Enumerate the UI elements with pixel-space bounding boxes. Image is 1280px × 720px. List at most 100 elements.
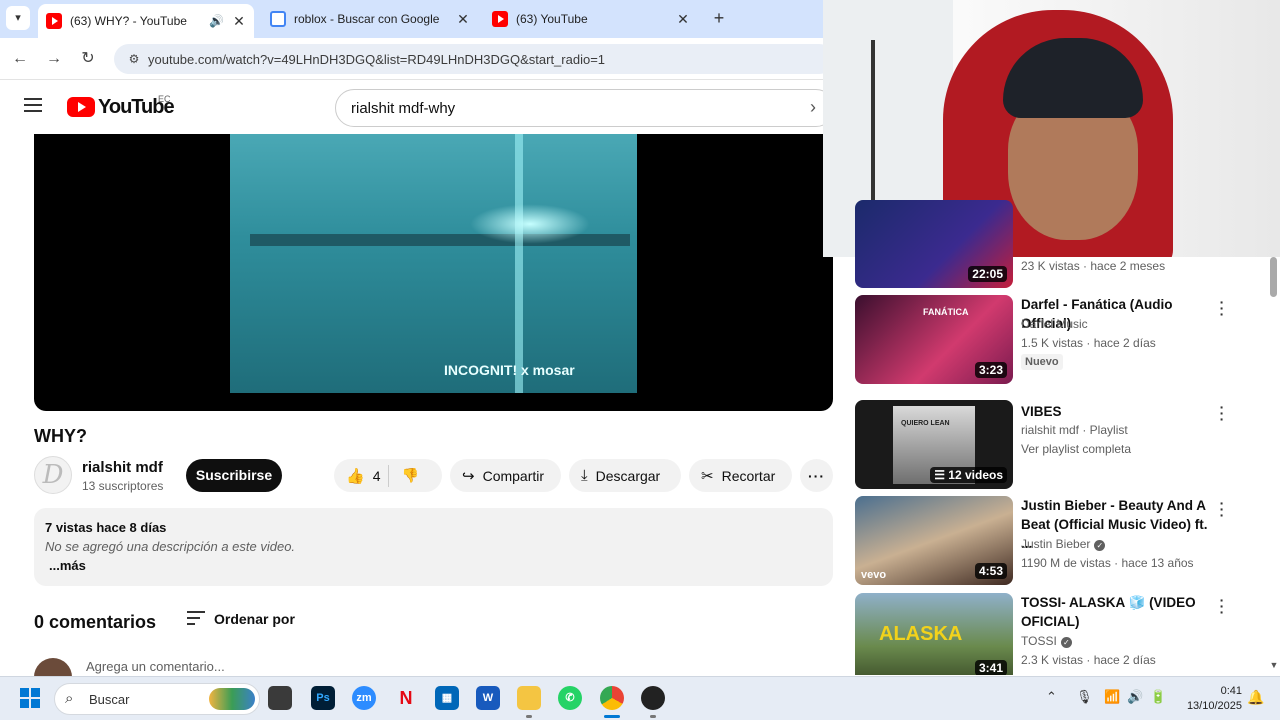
microsoft-store-icon[interactable]: ▦ — [435, 686, 459, 710]
recommendation-title[interactable]: TOSSI- ALASKA 🧊 (VIDEO OFICIAL) — [1021, 593, 1221, 631]
taskbar-search[interactable]: ⌕ Buscar — [54, 683, 260, 715]
artwork-streak — [515, 134, 523, 393]
channel-name[interactable]: rialshit mdf — [82, 459, 163, 476]
share-arrow-icon: ↪ — [462, 467, 475, 485]
video-player[interactable]: INCOGNIT! x mosar — [34, 134, 833, 411]
zoom-icon[interactable]: zm — [352, 686, 376, 710]
subscribe-button[interactable]: Suscribirse — [186, 459, 282, 492]
tab-search-button[interactable]: ▾ — [6, 6, 30, 30]
view-full-playlist-link[interactable]: Ver playlist completa — [1021, 442, 1131, 456]
thumbs-down-icon[interactable]: 👎 — [401, 467, 418, 484]
thumbnail-text: ALASKA — [879, 623, 963, 645]
description-box[interactable]: 7 vistas hace 8 días No se agregó una de… — [34, 508, 833, 586]
artwork-artist-text: INCOGNIT! x mosar — [444, 362, 575, 378]
playlist-thumbnail[interactable]: QUIERO LEAN ☰ 12 videos — [855, 400, 1013, 489]
volume-icon[interactable]: 🔊 — [1127, 689, 1143, 705]
kebab-menu-icon[interactable]: · · · — [1217, 400, 1227, 426]
taskbar-search-placeholder: Buscar — [89, 692, 130, 707]
recommendation-thumbnail[interactable]: ALASKA 3:41 — [855, 593, 1013, 675]
search-input[interactable]: rialshit mdf-why — [335, 89, 835, 127]
scroll-down-arrow-icon[interactable]: ▼ — [1268, 660, 1280, 670]
show-more-link[interactable]: ...más — [49, 558, 822, 573]
windows-start-icon[interactable] — [20, 688, 40, 708]
vevo-watermark: vevo — [861, 569, 887, 581]
kebab-menu-icon[interactable]: · · · — [1217, 496, 1227, 522]
verified-check-icon: ✓ — [1060, 637, 1072, 648]
recommendation-channel[interactable]: Justin Bieber ✓ — [1021, 537, 1106, 551]
wifi-icon[interactable]: 📶 — [1104, 689, 1120, 705]
video-duration: 3:41 — [974, 660, 1007, 675]
channel-avatar[interactable]: D — [34, 456, 72, 494]
youtube-header: YouTube EC rialshit mdf-why › — [0, 80, 840, 134]
close-tab-icon[interactable]: ✕ — [674, 11, 692, 28]
back-arrow-icon[interactable]: ← — [8, 47, 32, 71]
site-info-icon[interactable]: ⚙ — [122, 52, 146, 66]
tab-roblox-google[interactable]: roblox - Buscar con Google ✕ — [262, 4, 478, 34]
recommendation-title[interactable]: VIBES — [1021, 402, 1221, 421]
microphone-icon[interactable]: 🎙 — [1076, 689, 1093, 705]
file-explorer-dark-icon[interactable] — [268, 686, 292, 710]
obs-recording-icon[interactable] — [641, 686, 665, 710]
recommendation-item[interactable]: vevo 4:53 Justin Bieber - Beauty And A B… — [855, 496, 1255, 586]
thumbnail-text: FANÁTICA — [923, 307, 969, 317]
page-scrollbar[interactable] — [1268, 257, 1280, 675]
youtube-favicon-icon — [492, 11, 508, 27]
recommendation-channel[interactable]: rialshit mdf · Playlist — [1021, 423, 1128, 437]
like-count: 4 — [372, 467, 381, 484]
video-duration: 4:53 — [974, 563, 1007, 579]
clock-time: 0:41 — [1220, 685, 1242, 697]
speaker-icon[interactable]: 🔊 — [209, 14, 224, 28]
recommendation-thumbnail[interactable]: vevo 4:53 — [855, 496, 1013, 585]
battery-icon[interactable]: 🔋 — [1150, 689, 1166, 705]
file-explorer-icon[interactable] — [517, 686, 541, 710]
new-badge: Nuevo — [1021, 354, 1063, 370]
search-clear-chevron-icon[interactable]: › — [810, 97, 816, 118]
new-tab-plus-icon[interactable]: + — [708, 8, 730, 30]
recommendation-thumbnail[interactable]: FANÁTICA 3:23 — [855, 295, 1013, 384]
reload-icon[interactable]: ↻ — [76, 47, 100, 71]
share-button[interactable]: ↪ Compartir — [450, 459, 561, 492]
scrollbar-thumb[interactable] — [1270, 257, 1277, 297]
more-actions-button[interactable]: ··· — [800, 459, 833, 492]
tab-title: roblox - Buscar con Google — [294, 12, 440, 26]
kebab-menu-icon[interactable]: · · · — [1217, 593, 1227, 619]
close-tab-icon[interactable]: ✕ — [230, 13, 248, 30]
recommendation-item[interactable]: QUIERO LEAN ☰ 12 videos VIBES rialshit m… — [855, 400, 1255, 490]
show-hidden-icons-chevron-icon[interactable]: ⌃ — [1046, 689, 1057, 705]
clip-button[interactable]: ✂ Recortar — [689, 459, 792, 492]
recommendation-item[interactable]: FANÁTICA 3:23 Darfel - Fanática (Audio O… — [855, 295, 1255, 385]
youtube-logo-icon[interactable] — [67, 97, 95, 117]
recommendation-meta: 1.5 K vistas · hace 2 días — [1021, 336, 1156, 350]
word-icon[interactable]: W — [476, 686, 500, 710]
kebab-menu-icon[interactable]: · · · — [1217, 295, 1227, 321]
hamburger-menu-icon[interactable] — [24, 98, 42, 112]
divider — [388, 464, 390, 487]
tab-why-youtube[interactable]: (63) WHY? - YouTube 🔊 ✕ — [38, 4, 254, 38]
netflix-icon[interactable]: N — [394, 686, 418, 710]
recommendation-meta: 2.3 K vistas · hace 2 días — [1021, 653, 1156, 667]
chrome-icon[interactable] — [600, 686, 624, 710]
recommendation-thumbnail[interactable]: 22:05 — [855, 200, 1013, 288]
sort-lines-icon[interactable] — [187, 611, 205, 625]
recommendation-channel[interactable]: Darfel Music — [1021, 317, 1088, 331]
verified-check-icon: ✓ — [1094, 540, 1106, 551]
forward-arrow-icon[interactable]: → — [42, 47, 66, 71]
thumbs-up-icon[interactable]: 👍 — [346, 467, 365, 485]
recommendation-channel[interactable]: TOSSI ✓ — [1021, 634, 1072, 648]
tab-youtube-home[interactable]: (63) YouTube ✕ — [484, 4, 698, 34]
channel-name: Justin Bieber — [1021, 537, 1091, 551]
system-clock[interactable]: 0:41 13/10/2025 — [1176, 684, 1242, 714]
close-tab-icon[interactable]: ✕ — [454, 11, 472, 28]
photoshop-icon[interactable]: Ps — [311, 686, 335, 710]
clip-label: Recortar — [721, 467, 776, 484]
google-favicon-icon — [270, 11, 286, 27]
recommendation-meta: 1190 M de vistas · hace 13 años — [1021, 556, 1194, 570]
recommendation-item[interactable]: 22:05 23 K vistas · hace 2 meses — [855, 200, 1255, 288]
notification-bell-icon[interactable]: 🔔 — [1247, 689, 1264, 706]
download-button[interactable]: ⤓ Descargar — [569, 459, 681, 492]
address-bar[interactable]: ⚙ youtube.com/watch?v=49LHnDH3DGQ&list=R… — [114, 44, 834, 74]
recommendation-item[interactable]: ALASKA 3:41 TOSSI- ALASKA 🧊 (VIDEO OFICI… — [855, 593, 1255, 675]
video-duration: 22:05 — [968, 266, 1007, 282]
whatsapp-icon[interactable]: ✆ — [558, 686, 582, 710]
sort-by-button[interactable]: Ordenar por — [214, 611, 295, 627]
